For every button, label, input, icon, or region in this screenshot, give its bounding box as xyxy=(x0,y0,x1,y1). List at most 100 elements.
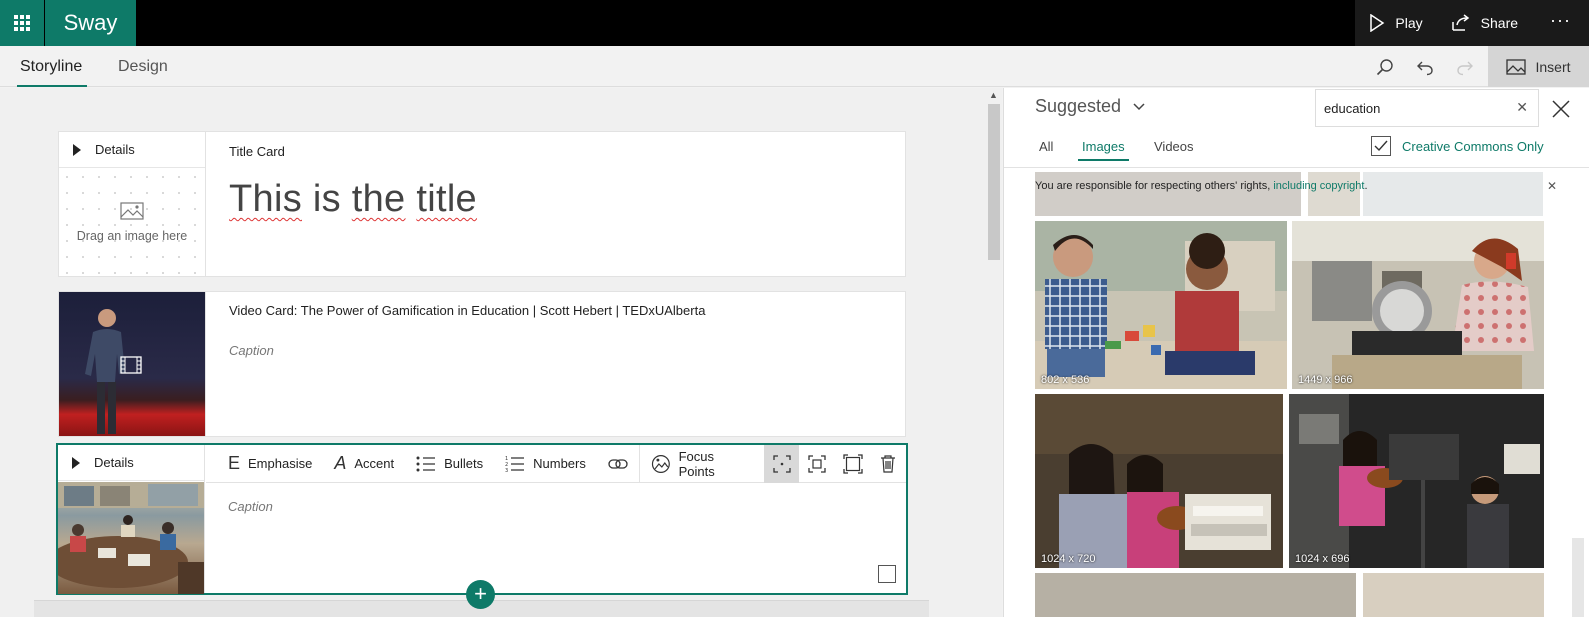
card-format-toolbar: E Emphasise A Accent Bullets 123 Numbers… xyxy=(206,444,906,483)
filter-tab-all[interactable]: All xyxy=(1039,139,1053,154)
link-icon xyxy=(608,458,628,469)
play-button[interactable]: Play xyxy=(1355,0,1436,46)
checkmark-icon xyxy=(1371,136,1391,156)
caption-field[interactable]: Caption xyxy=(229,343,274,358)
card-select-checkbox[interactable] xyxy=(878,565,896,583)
image-dimensions: 1024 x 696 xyxy=(1295,553,1350,565)
image-placeholder-icon xyxy=(120,202,144,220)
result-image-partial[interactable] xyxy=(1035,172,1301,216)
card-media-column xyxy=(59,292,206,436)
search-input[interactable]: education ✕ xyxy=(1315,89,1539,127)
top-actions: Play Share ··· xyxy=(1355,0,1589,46)
result-image[interactable]: 1449 x 966 xyxy=(1292,221,1544,389)
close-panel-button[interactable] xyxy=(1546,94,1576,124)
insert-panel: Suggested education ✕ All Images Videos … xyxy=(1003,88,1589,617)
svg-text:3: 3 xyxy=(505,468,508,473)
bullets-icon xyxy=(416,456,436,471)
share-button[interactable]: Share xyxy=(1437,0,1532,46)
result-image-partial[interactable] xyxy=(1308,172,1360,216)
clear-search-icon[interactable]: ✕ xyxy=(1516,99,1528,116)
dismiss-notice-icon[interactable]: ✕ xyxy=(1547,179,1557,193)
share-label: Share xyxy=(1480,15,1519,31)
focus-points-icon xyxy=(651,454,670,473)
accent-button[interactable]: A Accent xyxy=(323,445,405,483)
focus-points-button[interactable]: Focus Points xyxy=(640,445,764,483)
top-bar: Sway Play Share ··· xyxy=(0,0,1589,46)
insert-button[interactable]: Insert xyxy=(1488,46,1589,87)
more-options-button[interactable]: ··· xyxy=(1532,0,1589,46)
notice-text: You are responsible for respecting other… xyxy=(1035,180,1274,192)
filter-tab-videos[interactable]: Videos xyxy=(1154,139,1194,154)
panel-scroll-thumb[interactable] xyxy=(1572,538,1584,617)
app-name[interactable]: Sway xyxy=(45,0,136,46)
notice-end: . xyxy=(1364,180,1368,192)
image-dimensions: 1449 x 966 xyxy=(1298,374,1353,386)
focus-corners-button[interactable] xyxy=(763,444,800,483)
result-image[interactable]: 1024 x 720 xyxy=(1035,394,1283,568)
redo-icon[interactable] xyxy=(1454,56,1476,78)
image-card[interactable]: Details E Emphasise A Accent Bullets 1 2… xyxy=(56,443,908,595)
emphasise-button[interactable]: E Emphasise xyxy=(206,445,323,483)
fill-button[interactable] xyxy=(835,445,871,483)
details-toggle[interactable]: Details xyxy=(59,132,205,168)
undo-icon[interactable] xyxy=(1414,56,1436,78)
expand-triangle-icon xyxy=(72,456,80,469)
result-image[interactable]: 802 x 536 xyxy=(1035,221,1287,389)
image-dimensions: 1024 x 720 xyxy=(1041,553,1096,565)
source-label: Suggested xyxy=(1035,96,1122,116)
library-photo-thumbnail[interactable] xyxy=(58,482,204,594)
tab-storyline[interactable]: Storyline xyxy=(16,46,88,87)
search-icon[interactable] xyxy=(1374,56,1396,78)
girls-violin-scene xyxy=(1035,394,1283,568)
video-card[interactable]: Video Card: The Power of Gamification in… xyxy=(58,291,906,437)
scroll-thumb[interactable] xyxy=(988,104,1000,260)
fill-frame-icon xyxy=(843,453,863,474)
title-word: This xyxy=(229,178,302,220)
search-value: education xyxy=(1324,101,1381,116)
trash-icon xyxy=(881,454,896,473)
play-label: Play xyxy=(1395,15,1423,31)
video-thumbnail[interactable] xyxy=(59,292,205,436)
bullets-label: Bullets xyxy=(444,456,484,471)
filter-tab-images[interactable]: Images xyxy=(1078,139,1129,161)
card-media-column: Details Drag an image here xyxy=(59,132,206,276)
result-image-partial[interactable] xyxy=(1363,172,1543,216)
result-image[interactable]: 1024 x 696 xyxy=(1289,394,1544,568)
card-type-label: Video Card: The Power of Gamification in… xyxy=(229,303,706,318)
play-icon xyxy=(1370,14,1385,32)
children-playing-scene xyxy=(1035,221,1287,389)
insert-label: Insert xyxy=(1535,58,1571,75)
add-card-button[interactable]: + xyxy=(466,580,495,609)
title-text-field[interactable]: This is the title xyxy=(229,178,477,221)
storyline-scrollbar[interactable]: ▲ xyxy=(986,88,1002,617)
library-scene xyxy=(58,482,204,594)
panel-divider xyxy=(1004,167,1589,168)
details-toggle[interactable]: Details xyxy=(58,445,204,481)
emphasise-label: Emphasise xyxy=(248,456,313,471)
result-image-partial[interactable] xyxy=(1363,573,1544,617)
title-word: the xyxy=(351,178,406,220)
dropzone-label: Drag an image here xyxy=(76,229,188,243)
card-type-label: Title Card xyxy=(229,144,285,159)
scroll-up-icon[interactable]: ▲ xyxy=(989,90,998,100)
copyright-notice: You are responsible for respecting other… xyxy=(1035,180,1368,192)
tab-design[interactable]: Design xyxy=(118,46,168,87)
title-word: is xyxy=(312,178,341,220)
result-image-partial[interactable] xyxy=(1035,573,1356,617)
source-dropdown[interactable]: Suggested xyxy=(1035,96,1145,117)
title-card[interactable]: Details Drag an image here Title Card Th… xyxy=(58,131,906,277)
creative-commons-label: Creative Commons Only xyxy=(1402,138,1544,154)
bullets-button[interactable]: Bullets xyxy=(405,445,494,483)
numbers-button[interactable]: 123 Numbers xyxy=(494,445,597,483)
creative-commons-checkbox[interactable]: Creative Commons Only xyxy=(1371,136,1544,156)
close-icon xyxy=(1552,100,1570,118)
copyright-link[interactable]: including copyright xyxy=(1273,180,1364,192)
image-icon xyxy=(1506,58,1527,75)
delete-card-button[interactable] xyxy=(870,445,906,483)
image-dropzone[interactable]: Drag an image here xyxy=(59,169,205,276)
app-launcher-button[interactable] xyxy=(0,0,44,46)
numbered-list-icon: 123 xyxy=(505,456,525,473)
caption-field[interactable]: Caption xyxy=(228,499,273,514)
link-button[interactable] xyxy=(597,445,639,483)
fit-button[interactable] xyxy=(799,445,835,483)
